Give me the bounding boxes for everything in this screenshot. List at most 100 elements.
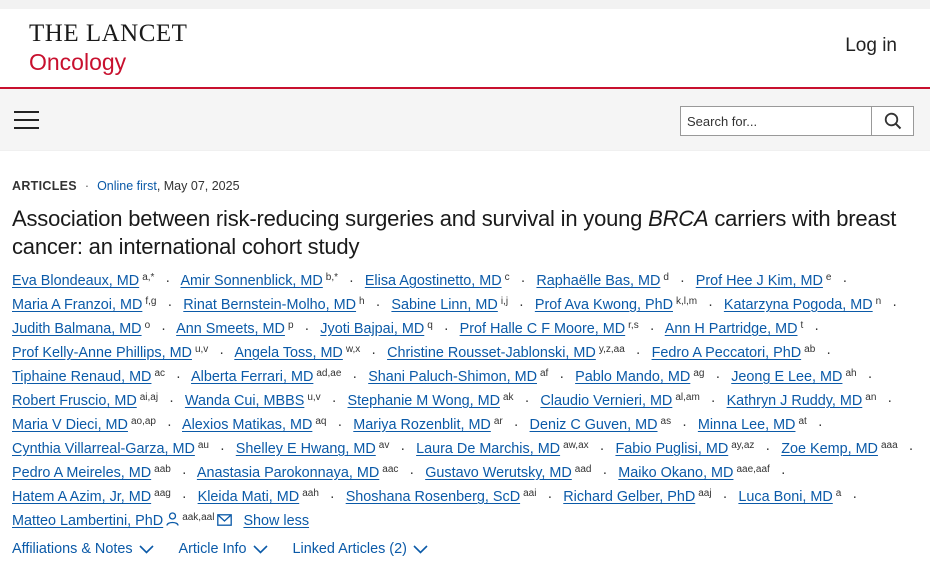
author-entry: Alexios Matikas, MD aq	[182, 417, 326, 434]
affiliation-marker: ai,aj	[139, 392, 159, 403]
author-name-link[interactable]: Pablo Mando, MD	[575, 369, 690, 385]
author-name-link[interactable]: Cynthia Villarreal-Garza, MD	[12, 441, 195, 457]
author-name-link[interactable]: Christine Rousset-Jablonski, MD	[387, 345, 596, 361]
author-entry: Stephanie M Wong, MD ak	[347, 393, 513, 410]
author-separator: ·	[375, 297, 381, 313]
author-name-link[interactable]: Jeong E Lee, MD	[731, 369, 842, 385]
online-first-link[interactable]: Online first	[97, 179, 157, 193]
author-name-link[interactable]: Elisa Agostinetto, MD	[365, 273, 502, 289]
author-name-link[interactable]: Fedro A Peccatori, PhD	[652, 345, 802, 361]
author-name-link[interactable]: Shoshana Rosenberg, ScD	[346, 489, 520, 505]
search-button[interactable]	[871, 107, 913, 135]
affiliation-marker: ar	[493, 416, 503, 427]
affiliation-marker: k,l,m	[675, 296, 698, 307]
affiliation-marker: o	[144, 320, 151, 331]
author-name-link[interactable]: Jyoti Bajpai, MD	[320, 321, 424, 337]
affiliation-marker: c	[504, 272, 510, 283]
author-entry: Ann H Partridge, MD t	[665, 321, 804, 338]
author-name-link[interactable]: Prof Hee J Kim, MD	[696, 273, 823, 289]
author-name-link[interactable]: Laura De Marchis, MD	[416, 441, 560, 457]
author-name-link[interactable]: Matteo Lambertini, PhD	[12, 513, 163, 529]
author-entry: Rinat Bernstein-Molho, MD h	[183, 297, 364, 314]
author-name-link[interactable]: Alberta Ferrari, MD	[191, 369, 313, 385]
author-name-link[interactable]: Wanda Cui, MBBS	[185, 393, 304, 409]
author-name-link[interactable]: Robert Fruscio, MD	[12, 393, 137, 409]
author-name-link[interactable]: Prof Ava Kwong, PhD	[535, 297, 673, 313]
author-entry: Robert Fruscio, MD ai,aj	[12, 392, 159, 410]
affiliation-marker: e	[825, 272, 832, 283]
journal-logo[interactable]: THE LANCET Oncology	[29, 21, 187, 77]
person-icon	[166, 512, 179, 526]
author-separator: ·	[181, 465, 187, 481]
author-entry: Prof Ava Kwong, PhD k,l,m	[535, 296, 698, 314]
affiliation-marker: r,s	[628, 320, 639, 331]
author-name-link[interactable]: Katarzyna Pogoda, MD	[724, 297, 873, 313]
author-name-link[interactable]: Mariya Rozenblit, MD	[353, 417, 491, 433]
author-separator: ·	[547, 489, 553, 505]
author-separator: ·	[765, 441, 771, 457]
author-name-link[interactable]: Kathryn J Ruddy, MD	[727, 393, 863, 409]
search-box	[680, 106, 914, 136]
author-name-link[interactable]: Minna Lee, MD	[698, 417, 796, 433]
author-name-link[interactable]: Shelley E Hwang, MD	[236, 441, 376, 457]
linked-articles-toggle[interactable]: Linked Articles (2)	[293, 541, 428, 557]
author-name-link[interactable]: Maiko Okano, MD	[618, 465, 733, 481]
affiliation-marker: a	[835, 488, 842, 499]
author-name-link[interactable]: Ann Smeets, MD	[176, 321, 285, 337]
author-name-link[interactable]: Ann H Partridge, MD	[665, 321, 798, 337]
login-link[interactable]: Log in	[845, 35, 897, 57]
affiliation-marker: ad,ae	[316, 368, 342, 379]
author-name-link[interactable]: Richard Gelber, PhD	[563, 489, 695, 505]
search-input[interactable]	[681, 107, 871, 135]
author-name-link[interactable]: Eva Blondeaux, MD	[12, 273, 139, 289]
author-name-link[interactable]: Tiphaine Renaud, MD	[12, 369, 151, 385]
author-entry: Cynthia Villarreal-Garza, MD au	[12, 441, 209, 458]
author-entry: Katarzyna Pogoda, MD n	[724, 297, 881, 314]
author-name-link[interactable]: Angela Toss, MD	[234, 345, 343, 361]
author-name-link[interactable]: Gustavo Werutsky, MD	[425, 465, 572, 481]
hamburger-menu-icon[interactable]	[14, 111, 39, 130]
show-less-link[interactable]: Show less	[243, 513, 309, 529]
author-name-link[interactable]: Maria A Franzoi, MD	[12, 297, 142, 313]
author-name-link[interactable]: Zoe Kemp, MD	[781, 441, 878, 457]
author-separator: ·	[520, 273, 526, 289]
author-name-link[interactable]: Luca Boni, MD	[738, 489, 832, 505]
author-name-link[interactable]: Claudio Vernieri, MD	[540, 393, 672, 409]
author-name-link[interactable]: Alexios Matikas, MD	[182, 417, 312, 433]
author-name-link[interactable]: Rinat Bernstein-Molho, MD	[183, 297, 356, 313]
author-separator: ·	[165, 273, 171, 289]
mail-icon[interactable]	[217, 514, 233, 526]
author-name-link[interactable]: Deniz C Guven, MD	[530, 417, 658, 433]
article-content: ARTICLES · Online first, May 07, 2025 Asso…	[0, 179, 930, 557]
author-name-link[interactable]: Prof Halle C F Moore, MD	[460, 321, 626, 337]
author-name-link[interactable]: Prof Kelly-Anne Phillips, MD	[12, 345, 192, 361]
author-separator: ·	[400, 441, 406, 457]
author-separator: ·	[817, 417, 823, 433]
author-entry: Judith Balmana, MD o	[12, 320, 151, 338]
author-entry: Wanda Cui, MBBS u,v	[185, 393, 321, 410]
author-name-link[interactable]: Anastasia Parokonnaya, MD	[197, 465, 379, 481]
author-separator: ·	[219, 345, 225, 361]
author-name-link[interactable]: Amir Sonnenblick, MD	[180, 273, 322, 289]
article-info-toggle[interactable]: Article Info	[179, 541, 268, 557]
author-name-link[interactable]: Sabine Linn, MD	[391, 297, 497, 313]
author-name-link[interactable]: Raphaëlle Bas, MD	[536, 273, 660, 289]
author-entry: Anastasia Parokonnaya, MD aac	[197, 465, 399, 482]
author-name-link[interactable]: Hatem A Azim, Jr, MD	[12, 489, 151, 505]
author-name-link[interactable]: Stephanie M Wong, MD	[347, 393, 500, 409]
author-separator: ·	[559, 369, 565, 385]
author-separator: ·	[867, 369, 873, 385]
affiliation-marker: b,*	[325, 272, 339, 283]
author-entry: Eva Blondeaux, MD a,*	[12, 273, 154, 290]
author-name-link[interactable]: Pedro A Meireles, MD	[12, 465, 151, 481]
affiliation-marker: d	[663, 272, 669, 283]
affiliations-toggle[interactable]: Affiliations & Notes	[12, 541, 154, 557]
publication-date: , May 07, 2025	[156, 179, 240, 193]
author-separator: ·	[371, 345, 377, 361]
author-name-link[interactable]: Maria V Dieci, MD	[12, 417, 128, 433]
author-name-link[interactable]: Shani Paluch-Shimon, MD	[368, 369, 537, 385]
author-separator: ·	[409, 465, 415, 481]
author-name-link[interactable]: Fabio Puglisi, MD	[615, 441, 728, 457]
author-name-link[interactable]: Judith Balmana, MD	[12, 321, 142, 337]
author-name-link[interactable]: Kleida Mati, MD	[198, 489, 300, 505]
